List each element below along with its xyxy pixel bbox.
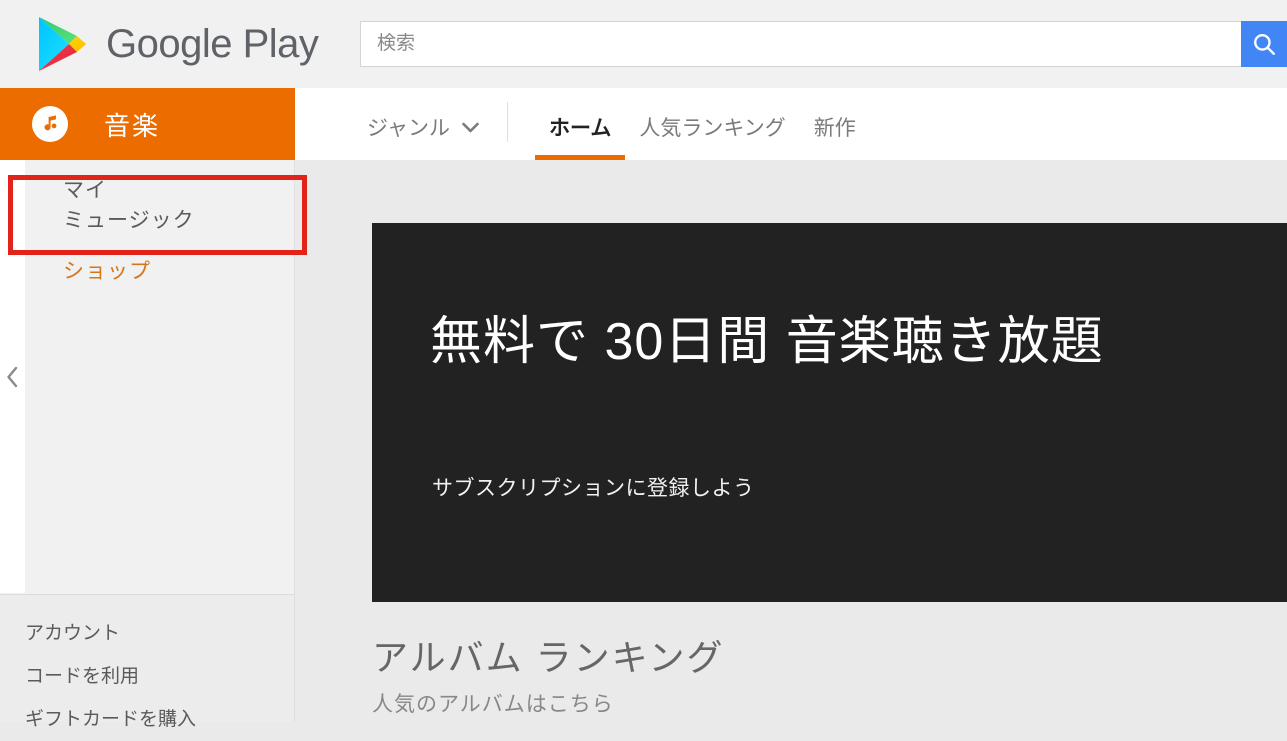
top-header: Google Play <box>0 0 1287 88</box>
sidebar: マイ ミュージック ショップ アカウント コードを利用 ギフトカードを購入 <box>0 160 295 730</box>
search-button[interactable] <box>1241 21 1287 67</box>
tab-home[interactable]: ホーム <box>534 88 626 160</box>
promo-banner-subtitle: サブスクリプションに登録しよう <box>432 477 755 500</box>
chevron-left-icon <box>6 366 19 388</box>
section-subtitle: 人気のアルバムはこちら <box>372 693 614 717</box>
sidebar-item-buy-gift-card[interactable]: ギフトカードを購入 <box>0 698 294 741</box>
tab-popular-ranking[interactable]: 人気ランキング <box>625 88 799 160</box>
promo-banner[interactable]: 無料で 30日間 音楽聴き放題 サブスクリプションに登録しよう <box>372 223 1287 602</box>
sidebar-links: マイ ミュージック ショップ <box>25 160 294 593</box>
corpus-header-music[interactable]: 音楽 <box>0 88 295 160</box>
sidebar-item-my-music-line2: ミュージック <box>63 209 195 233</box>
nav-tabs: ホーム 人気ランキング 新作 <box>534 88 870 160</box>
corpus-title: 音楽 <box>104 110 161 141</box>
sidebar-footer: アカウント コードを利用 ギフトカードを購入 <box>0 594 294 730</box>
brand-name: Google Play <box>106 21 319 66</box>
nav-divider <box>506 102 508 142</box>
main-navigation: ジャンル ホーム 人気ランキング 新作 <box>295 88 1287 160</box>
sidebar-item-my-music[interactable]: マイ ミュージック <box>25 160 294 237</box>
chevron-down-icon <box>462 115 479 139</box>
sidebar-item-redeem-code[interactable]: コードを利用 <box>0 655 294 698</box>
search-input[interactable] <box>360 21 1241 67</box>
genre-dropdown[interactable]: ジャンル <box>367 112 479 142</box>
main-content: 無料で 30日間 音楽聴き放題 サブスクリプションに登録しよう アルバム ランキ… <box>296 160 1287 722</box>
google-play-brand-link[interactable]: Google Play <box>36 8 319 80</box>
google-play-triangle-icon <box>36 15 88 73</box>
album-ranking-section: アルバム ランキング 人気のアルバムはこちら <box>372 637 1272 718</box>
sidebar-item-account[interactable]: アカウント <box>0 612 294 655</box>
music-note-icon <box>32 106 68 142</box>
tab-new-releases[interactable]: 新作 <box>800 88 870 160</box>
section-title: アルバム ランキング <box>372 637 725 678</box>
sidebar-item-my-music-line1: マイ <box>63 179 107 202</box>
search-bar <box>360 21 1287 67</box>
genre-label: ジャンル <box>367 117 450 140</box>
sidebar-item-shop[interactable]: ショップ <box>25 237 294 287</box>
sidebar-collapse-button[interactable] <box>0 160 25 593</box>
promo-banner-title: 無料で 30日間 音楽聴き放題 <box>430 313 1104 371</box>
search-icon <box>1251 31 1277 57</box>
